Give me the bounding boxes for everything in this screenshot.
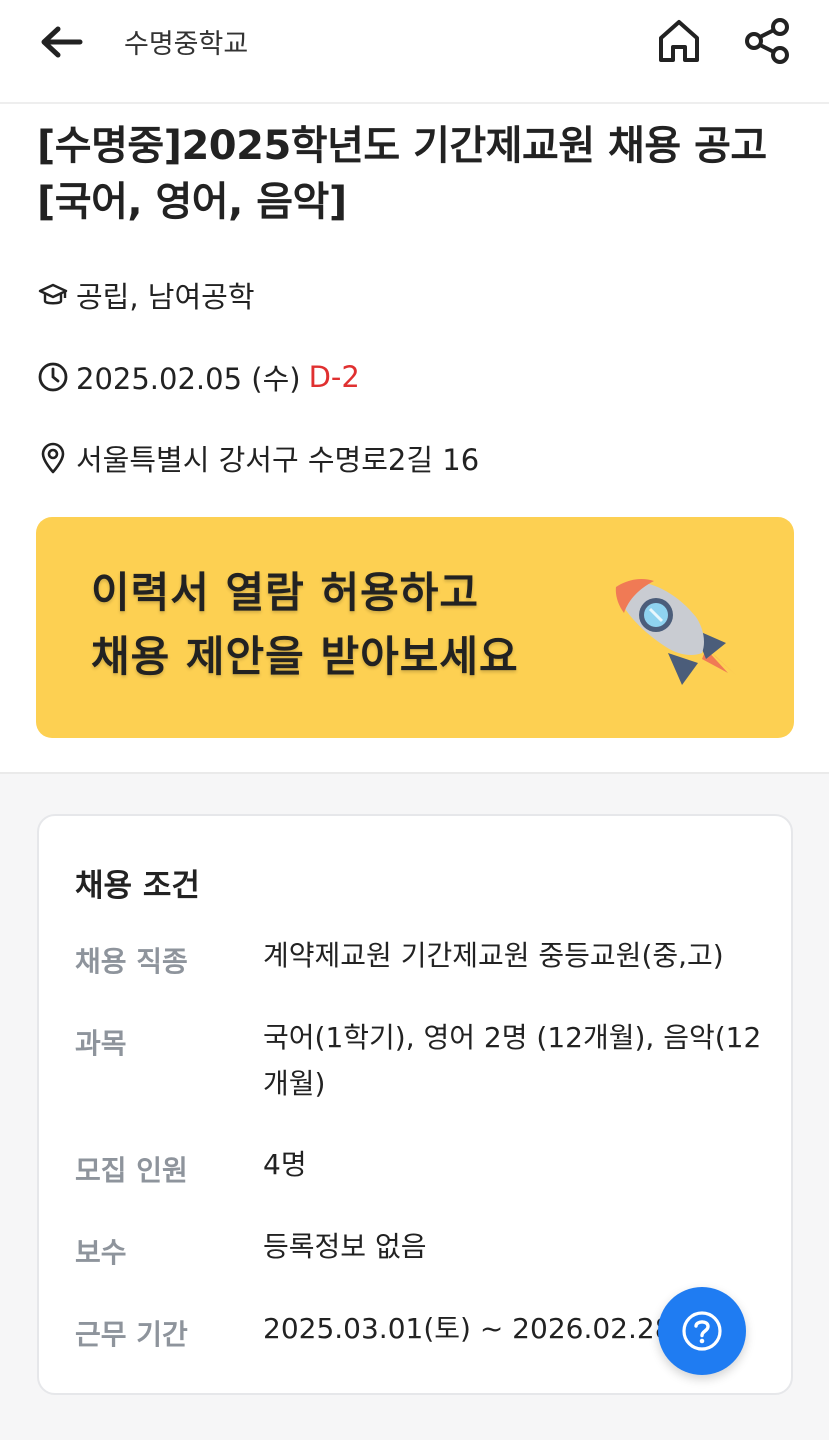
home-icon: [659, 20, 699, 62]
school-type-row: 공립, 남여공학: [36, 275, 255, 315]
address-row: 서울특별시 강서구 수명로2길 16: [36, 438, 479, 478]
arrow-left-icon: [41, 26, 83, 58]
condition-value: 4명: [263, 1148, 307, 1181]
condition-label: 과목: [75, 1027, 127, 1060]
conditions-title: 채용 조건: [75, 868, 200, 904]
resume-open-banner[interactable]: 이력서 열람 허용하고 채용 제안을 받아보세요: [36, 517, 794, 738]
banner-line-2: 채용 제안을 받아보세요: [91, 632, 519, 681]
deadline-date: 2025.02.05 (수): [76, 362, 301, 396]
question-icon: [682, 1311, 722, 1351]
condition-value: 국어(1학기), 영어 2명 (12개월), 음악(12개월): [263, 1021, 762, 1100]
banner-line-1: 이력서 열람 허용하고: [91, 568, 480, 617]
condition-value: 등록정보 없음: [263, 1230, 427, 1263]
address-text: 서울특별시 강서구 수명로2길 16: [76, 443, 480, 477]
map-pin-icon: [36, 441, 70, 475]
banner-text: 이력서 열람 허용하고 채용 제안을 받아보세요: [91, 561, 519, 689]
graduation-cap-icon: [36, 278, 70, 312]
top-bar: 수명중학교: [0, 0, 829, 104]
share-button[interactable]: [742, 16, 794, 66]
condition-label: 모집 인원: [75, 1154, 188, 1187]
condition-value: 계약제교원 기간제교원 중등교원(중,고): [263, 939, 724, 972]
share-icon: [745, 18, 789, 64]
school-type-text: 공립, 남여공학: [76, 280, 255, 314]
rocket-icon: [615, 579, 736, 685]
dday-badge: D-2: [308, 360, 360, 394]
help-button[interactable]: [658, 1287, 746, 1375]
back-button[interactable]: [36, 20, 88, 64]
condition-label: 보수: [75, 1236, 127, 1269]
clock-icon: [36, 360, 70, 394]
post-title: [수명중]2025학년도 기간제교원 채용 공고 [국어, 영어, 음악]: [37, 118, 807, 230]
condition-label: 근무 기간: [75, 1318, 188, 1351]
post-title-line-2: [국어, 영어, 음악]: [37, 179, 347, 225]
post-title-line-1: [수명중]2025학년도 기간제교원 채용 공고: [37, 123, 767, 169]
condition-label: 채용 직종: [75, 945, 188, 978]
page-header-title: 수명중학교: [124, 29, 249, 60]
deadline-row: 2025.02.05 (수) D-2: [36, 357, 360, 397]
home-button[interactable]: [654, 16, 704, 66]
